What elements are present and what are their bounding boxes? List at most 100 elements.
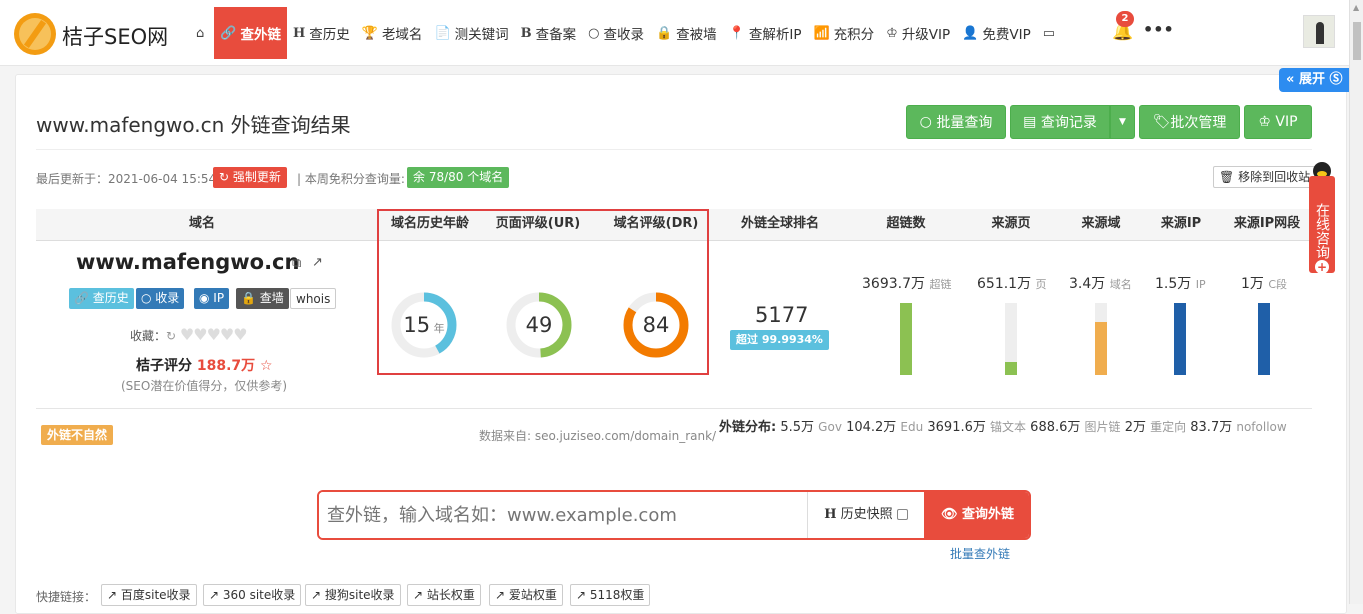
- last-update-text: 最后更新于：2021-06-04 15:54: [36, 172, 217, 186]
- quick-link-chinaz[interactable]: ↗ 站长权重: [407, 584, 481, 606]
- history-snapshot-toggle[interactable]: H 历史快照: [807, 492, 924, 538]
- quick-link-aizhan[interactable]: ↗ 爱站权重: [489, 584, 563, 606]
- weekly-quota-label: | 本周免积分查询量:: [297, 172, 405, 186]
- ur-donut: 49: [505, 291, 573, 359]
- avatar[interactable]: [1303, 15, 1335, 48]
- vertical-scrollbar[interactable]: ▲: [1349, 0, 1363, 604]
- external-link-icon: ↗: [495, 588, 509, 602]
- quick-link-baidu[interactable]: ↗ 百度site收录: [101, 584, 197, 606]
- index-button[interactable]: ○ 收录: [136, 288, 185, 309]
- query-record-button[interactable]: ▤ 查询记录: [1010, 105, 1110, 139]
- ip-button[interactable]: ◉ IP: [194, 288, 230, 309]
- move-to-recycle-button[interactable]: 🗑 移除到回收站: [1213, 166, 1317, 188]
- quick-link-5118[interactable]: ↗ 5118权重: [570, 584, 651, 606]
- eye-icon: 👁: [940, 507, 962, 522]
- score-value: 188.7万: [196, 358, 256, 374]
- force-update-button[interactable]: ↻ 强制更新: [213, 167, 287, 188]
- copy-icon[interactable]: ⧉: [292, 256, 301, 271]
- batch-query-button[interactable]: ○ 批量查询: [906, 105, 1006, 139]
- stat-source-domains: 3.4万 域名: [1069, 276, 1132, 292]
- external-link-icon: ↗: [413, 588, 427, 602]
- top-navbar: 桔子SEO网 ⌂ 🔗 查外链 H 查历史 🏆 老域名 📄 测关键词 B 查备案 ○ 查收录 …: [0, 0, 1349, 66]
- search-submit-button[interactable]: 👁 查询外链: [924, 492, 1029, 538]
- whois-button[interactable]: whois: [290, 288, 337, 309]
- user-add-icon: 👤: [962, 25, 979, 41]
- scrollbar-thumb[interactable]: [1353, 22, 1361, 60]
- col-source-pages: 来源页: [991, 216, 1031, 231]
- search-icon: ○: [919, 114, 937, 130]
- location-icon: ◉: [199, 291, 214, 305]
- bar-source-pages: [1005, 303, 1017, 375]
- location-icon: 📍: [728, 25, 745, 41]
- chat-icon[interactable]: ▭: [1037, 7, 1065, 59]
- expand-panel-button[interactable]: « 展开 Ⓢ: [1279, 68, 1349, 92]
- nav-item-index[interactable]: ○ 查收录: [582, 7, 650, 59]
- data-source-text: 数据来自: seo.juziseo.com/domain_rank/: [479, 429, 717, 443]
- plus-icon[interactable]: +: [1315, 260, 1329, 274]
- home-icon[interactable]: ⌂: [190, 7, 214, 59]
- heart-rating[interactable]: ♥♥♥♥♥: [180, 325, 248, 344]
- batch-backlink-link[interactable]: 批量查外链: [950, 545, 1010, 562]
- query-record-dropdown[interactable]: ▼: [1110, 105, 1135, 139]
- donut-value: 49: [526, 313, 553, 337]
- check-history-button[interactable]: 🔗 查历史: [69, 288, 134, 309]
- bar-source-domains: [1095, 303, 1107, 375]
- nav-item-old-domains[interactable]: 🏆 老域名: [356, 7, 429, 59]
- domain-search-input[interactable]: [319, 492, 807, 538]
- star-icon[interactable]: ☆: [260, 358, 273, 374]
- nav-item-backlinks[interactable]: 🔗 查外链: [214, 7, 287, 59]
- external-link-icon: ↗: [107, 588, 121, 602]
- wall-check-button[interactable]: 🔒 查墙: [236, 288, 289, 309]
- more-menu-button[interactable]: •••: [1143, 20, 1174, 39]
- double-chevron-left-icon: «: [1286, 72, 1295, 87]
- quick-links-label: 快捷链接：: [36, 590, 97, 604]
- caret-down-icon: ▼: [1119, 117, 1126, 127]
- domain-age-donut: 15 年: [390, 291, 458, 359]
- bar-source-ip: [1174, 303, 1186, 375]
- bar-hyperlinks: [900, 303, 912, 375]
- nav-item-dns[interactable]: 📍 查解析IP: [723, 7, 808, 59]
- domain-name: www.mafengwo.cn: [76, 250, 300, 274]
- col-hyperlinks: 超链数: [886, 216, 926, 231]
- quick-link-360[interactable]: ↗ 360 site收录: [203, 584, 302, 606]
- refresh-icon[interactable]: ↻: [166, 329, 180, 343]
- col-source-ip-range: 来源IP网段: [1233, 216, 1301, 231]
- global-rank-value: 5177: [755, 303, 809, 327]
- nav-item-blocked[interactable]: 🔒 查被墙: [650, 7, 723, 59]
- tags-icon: 🏷: [1152, 114, 1171, 130]
- col-source-domains: 来源域: [1081, 216, 1121, 231]
- unnatural-links-badge: 外链不自然: [41, 425, 114, 445]
- stat-source-ip: 1.5万 IP: [1155, 276, 1206, 292]
- divider: [36, 149, 1312, 150]
- bar-source-ip-range: [1258, 303, 1270, 375]
- page-title: www.mafengwo.cn 外链查询结果: [36, 113, 351, 137]
- bar-fill: [900, 303, 912, 375]
- s-logo-icon: Ⓢ: [1329, 72, 1343, 87]
- b-icon: B: [520, 25, 532, 41]
- external-link-icon[interactable]: ↗: [312, 255, 323, 270]
- crown-icon: ♔: [886, 25, 898, 41]
- link-icon: 🔗: [74, 291, 93, 305]
- search-icon: ○: [588, 25, 600, 41]
- external-link-icon: ↗: [311, 588, 325, 602]
- nav-item-icp[interactable]: B 查备案: [515, 7, 583, 59]
- scroll-up-icon[interactable]: ▲: [1353, 3, 1359, 12]
- orange-logo-icon[interactable]: [14, 13, 56, 55]
- nav-item-keywords[interactable]: 📄 测关键词: [428, 7, 514, 59]
- nav-item-free-vip[interactable]: 👤 免费VIP: [956, 7, 1037, 59]
- crown-icon: ♔: [1258, 114, 1276, 130]
- vip-button[interactable]: ♔ VIP: [1244, 105, 1312, 139]
- online-consult-button[interactable]: 在线咨询: [1309, 176, 1335, 273]
- batch-manage-button[interactable]: 🏷 批次管理: [1139, 105, 1240, 139]
- dr-donut: 84: [622, 291, 690, 359]
- rank-percentile-badge: 超过 99.9934%: [730, 330, 829, 350]
- checkbox[interactable]: [896, 509, 908, 520]
- quick-link-sogou[interactable]: ↗ 搜狗site收录: [305, 584, 401, 606]
- brand-name[interactable]: 桔子SEO网: [62, 21, 168, 51]
- nav-item-history[interactable]: H 查历史: [287, 7, 356, 59]
- document-icon: ▤: [1023, 114, 1041, 130]
- nav-item-recharge[interactable]: 📶 充积分: [807, 7, 880, 59]
- bar-fill: [1095, 322, 1107, 375]
- nav-item-upgrade-vip[interactable]: ♔ 升级VIP: [880, 7, 956, 59]
- refresh-icon: ↻: [219, 170, 233, 184]
